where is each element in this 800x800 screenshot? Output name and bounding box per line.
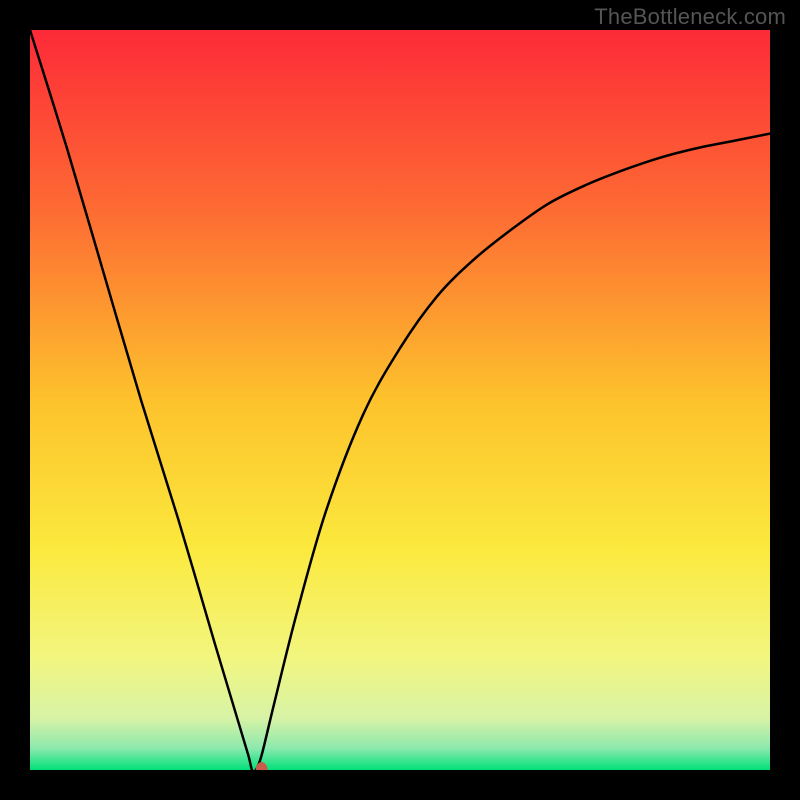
chart-frame: TheBottleneck.com — [0, 0, 800, 800]
chart-svg — [30, 30, 770, 770]
plot-area — [30, 30, 770, 770]
watermark-text: TheBottleneck.com — [594, 4, 786, 30]
